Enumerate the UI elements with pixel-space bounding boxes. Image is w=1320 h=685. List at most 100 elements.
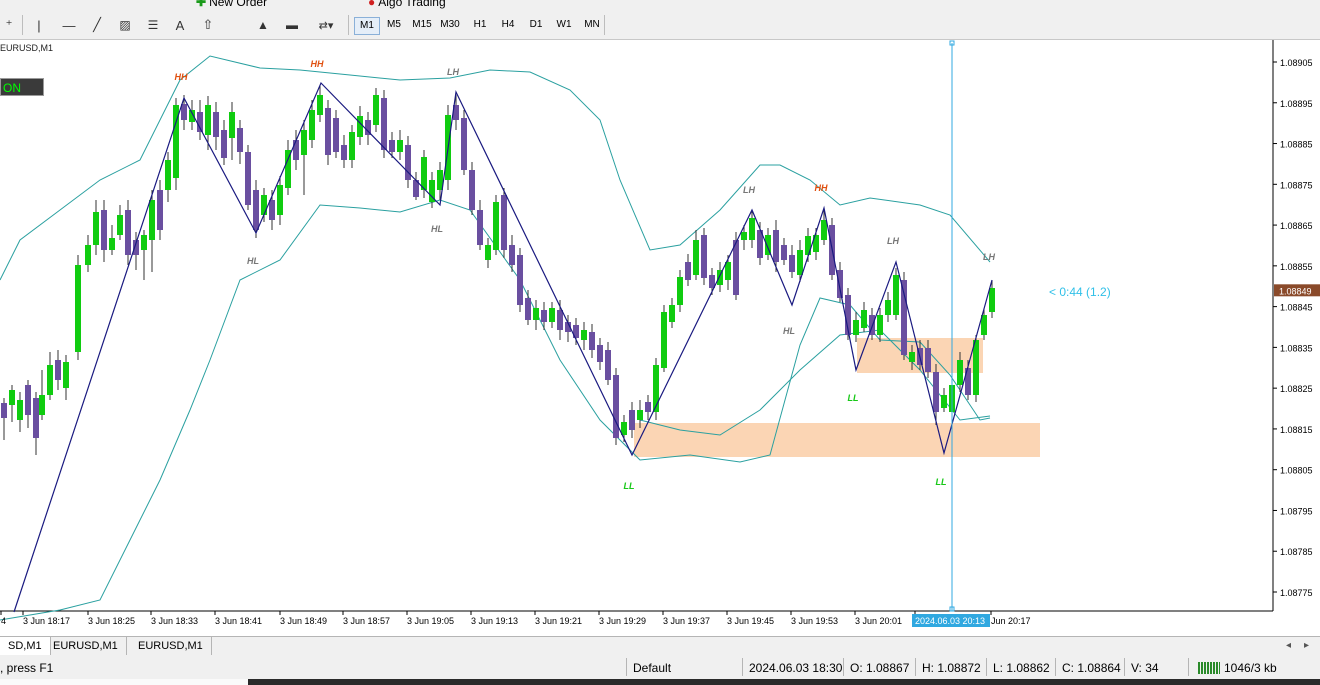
candle-body	[781, 245, 787, 260]
timeframe-m30-button[interactable]: M30	[438, 17, 462, 33]
timeframe-h4-button[interactable]: H4	[496, 17, 520, 33]
candle-body	[541, 310, 547, 322]
price-tick-label: 1.08845	[1280, 303, 1313, 313]
chart-tab-2[interactable]: EURUSD,M1	[45, 637, 127, 655]
timeframe-mn-button[interactable]: MN	[580, 17, 604, 33]
ea-status-badge[interactable]: ON	[0, 78, 44, 96]
candle-body	[117, 215, 123, 235]
chart-tab-3[interactable]: EURUSD,M1	[130, 637, 212, 655]
status-volume: V: 34	[1131, 661, 1159, 675]
candle-body	[277, 185, 283, 215]
candle-body	[989, 288, 995, 312]
candle-body	[381, 98, 387, 150]
price-tick-label: 1.08905	[1280, 58, 1313, 68]
algo-trading-button[interactable]: ● Algo Trading	[368, 0, 446, 10]
candle-body	[885, 300, 891, 315]
candle-body	[1, 403, 7, 418]
toolbar-divider	[604, 15, 605, 35]
candle-body	[221, 130, 227, 158]
fibonacci-icon[interactable]: ☰	[144, 16, 162, 34]
candle-body	[421, 157, 427, 190]
candle-body	[661, 312, 667, 368]
cursor-icon[interactable]: ⁺	[2, 16, 16, 34]
candle-body	[17, 400, 23, 420]
time-tick-label: 3 Jun 20:01	[855, 616, 902, 626]
price-chart[interactable]: HH HL HH LH HL LL LH HL HH LL LH LL LH < 0:44 (1.2) 1.…	[0, 40, 1320, 635]
timeframe-m1-button[interactable]: M1	[354, 17, 380, 35]
status-high: H: 1.08872	[922, 661, 981, 675]
candle-body	[181, 104, 187, 120]
chart-tab-1[interactable]: SD,M1	[0, 637, 51, 655]
candle-body	[517, 255, 523, 305]
candle-body	[741, 232, 747, 240]
price-tick-label: 1.08785	[1280, 547, 1313, 557]
candle-body	[149, 200, 155, 240]
candle-body	[693, 240, 699, 275]
candle-body	[773, 230, 779, 262]
candle-body	[461, 118, 467, 170]
candle-body	[629, 410, 635, 430]
candle-body	[861, 310, 867, 328]
candle-body	[589, 332, 595, 350]
timeframe-w1-button[interactable]: W1	[552, 17, 576, 33]
arrow-up-icon[interactable]: ⇧	[200, 16, 216, 34]
candle-body	[725, 262, 731, 280]
candle-body	[789, 255, 795, 272]
channel-icon[interactable]: ▨	[116, 16, 134, 34]
candle-body	[141, 235, 147, 250]
price-tick-label: 1.08895	[1280, 99, 1313, 109]
candle-body	[701, 235, 707, 278]
horizontal-line-icon[interactable]: —	[60, 16, 78, 34]
plus-icon: ✚	[196, 0, 207, 9]
timeframe-m15-button[interactable]: M15	[410, 17, 434, 33]
status-divider	[742, 658, 743, 676]
candle-body	[557, 310, 563, 330]
tab-scroll-right-icon[interactable]: ▸	[1304, 637, 1309, 655]
price-tick-label: 1.08855	[1280, 262, 1313, 272]
candle-body	[677, 277, 683, 305]
candle-body	[637, 410, 643, 420]
candle-body	[357, 116, 363, 137]
candle-body	[501, 195, 507, 250]
lower-band-line	[0, 199, 991, 621]
candle-body	[397, 140, 403, 152]
text-icon[interactable]: A	[172, 16, 188, 34]
candle-body	[55, 360, 61, 380]
swing-label-ll: LL	[848, 393, 859, 403]
drawing-toolbar: ⁺ | — ╱ ▨ ☰ A ⇧ ▲ ▬ ⇄▾ M1 M5 M15 M30 H1 H4 D1 W…	[0, 11, 1320, 40]
candle-body	[373, 95, 379, 125]
trendline-icon[interactable]: ╱	[88, 16, 106, 34]
time-tick-label: 3 Jun 19:45	[727, 616, 774, 626]
candle-body	[909, 352, 915, 362]
new-order-button[interactable]: ✚ New Order	[196, 0, 267, 10]
candle-body	[213, 112, 219, 137]
shapes-menu-icon[interactable]: ⇄▾	[312, 16, 340, 34]
candle-body	[125, 210, 131, 255]
triangle-icon[interactable]: ▲	[255, 16, 271, 34]
candle-body	[317, 95, 323, 115]
candle-body	[253, 190, 259, 230]
candle-body	[293, 140, 299, 160]
candle-body	[349, 132, 355, 160]
candle-body	[75, 265, 81, 352]
tab-scroll-left-icon[interactable]: ◂	[1286, 637, 1291, 655]
candle-body	[9, 390, 15, 405]
candle-body	[101, 210, 107, 250]
candle-body	[205, 105, 211, 135]
candle-body	[669, 305, 675, 322]
timeframe-m5-button[interactable]: M5	[382, 17, 406, 33]
chart-canvas[interactable]: HH HL HH LH HL LL LH HL HH LL LH LL LH < 0:44 (1.2) 1.…	[0, 40, 1320, 635]
status-close: C: 1.08864	[1062, 661, 1121, 675]
candle-body	[493, 202, 499, 250]
candle-body	[893, 275, 899, 315]
candle-body	[237, 128, 243, 152]
candle-body	[645, 402, 651, 412]
candle-body	[901, 280, 907, 355]
rectangle-icon[interactable]: ▬	[284, 16, 300, 34]
swing-label-hl: HL	[431, 224, 443, 234]
timeframe-h1-button[interactable]: H1	[468, 17, 492, 33]
vertical-line-icon[interactable]: |	[32, 16, 46, 34]
candle-body	[805, 236, 811, 255]
timeframe-d1-button[interactable]: D1	[524, 17, 548, 33]
price-tick-label: 1.08865	[1280, 221, 1313, 231]
